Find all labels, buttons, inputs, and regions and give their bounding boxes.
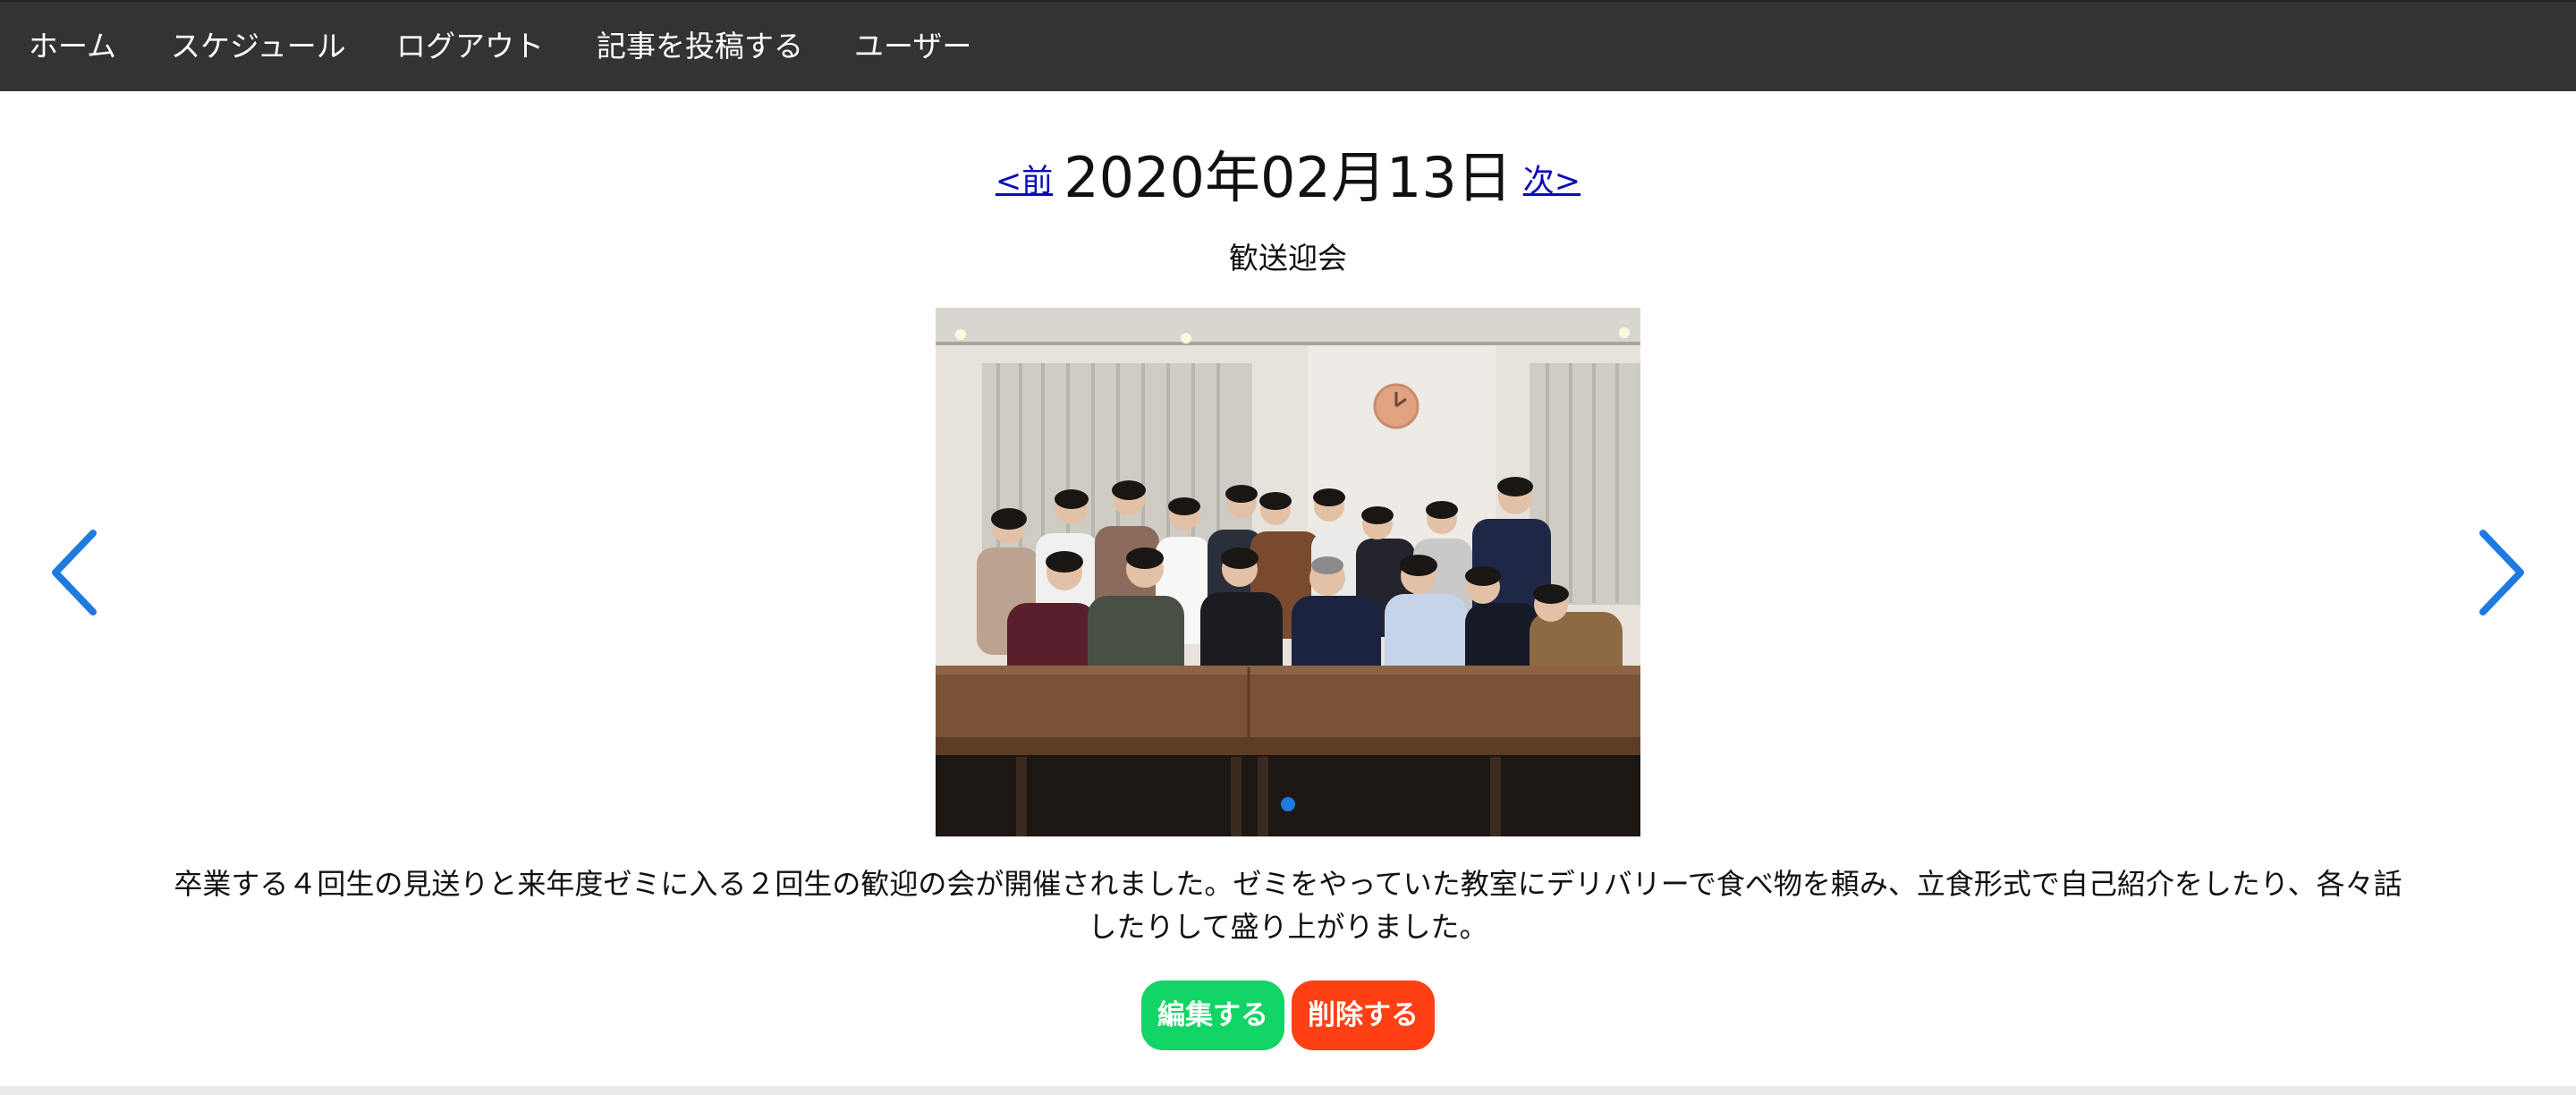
nav-post-article[interactable]: 記事を投稿する bbox=[597, 2, 803, 91]
chevron-left-icon bbox=[52, 530, 97, 615]
nav-logout[interactable]: ログアウト bbox=[396, 2, 544, 91]
carousel-next-button[interactable] bbox=[2467, 526, 2529, 619]
nav-schedule[interactable]: スケジュール bbox=[171, 2, 346, 91]
chevron-right-icon bbox=[2479, 530, 2524, 615]
delete-button[interactable]: 削除する bbox=[1292, 980, 1435, 1050]
nav-users[interactable]: ユーザー bbox=[854, 2, 971, 91]
carousel-indicator-dot[interactable] bbox=[1281, 797, 1295, 811]
date-navigation: <前 2020年02月13日 次> bbox=[0, 132, 2576, 213]
footer-divider bbox=[0, 1086, 2576, 1095]
next-date-link[interactable]: 次> bbox=[1523, 164, 1580, 199]
carousel-prev-button[interactable] bbox=[47, 526, 109, 619]
prev-date-link[interactable]: <前 bbox=[996, 164, 1053, 199]
event-description: 卒業する４回生の見送りと来年度ゼミに入る２回生の歓迎の会が開催されました。ゼミを… bbox=[174, 867, 2402, 944]
event-photo bbox=[936, 308, 1640, 836]
page-date-title: 2020年02月13日 bbox=[1063, 145, 1513, 210]
nav-home[interactable]: ホーム bbox=[29, 2, 116, 91]
top-navbar: ホーム スケジュール ログアウト 記事を投稿する ユーザー bbox=[0, 0, 2576, 91]
edit-button[interactable]: 編集する bbox=[1141, 980, 1284, 1050]
event-title: 歓送迎会 bbox=[1229, 241, 1347, 276]
